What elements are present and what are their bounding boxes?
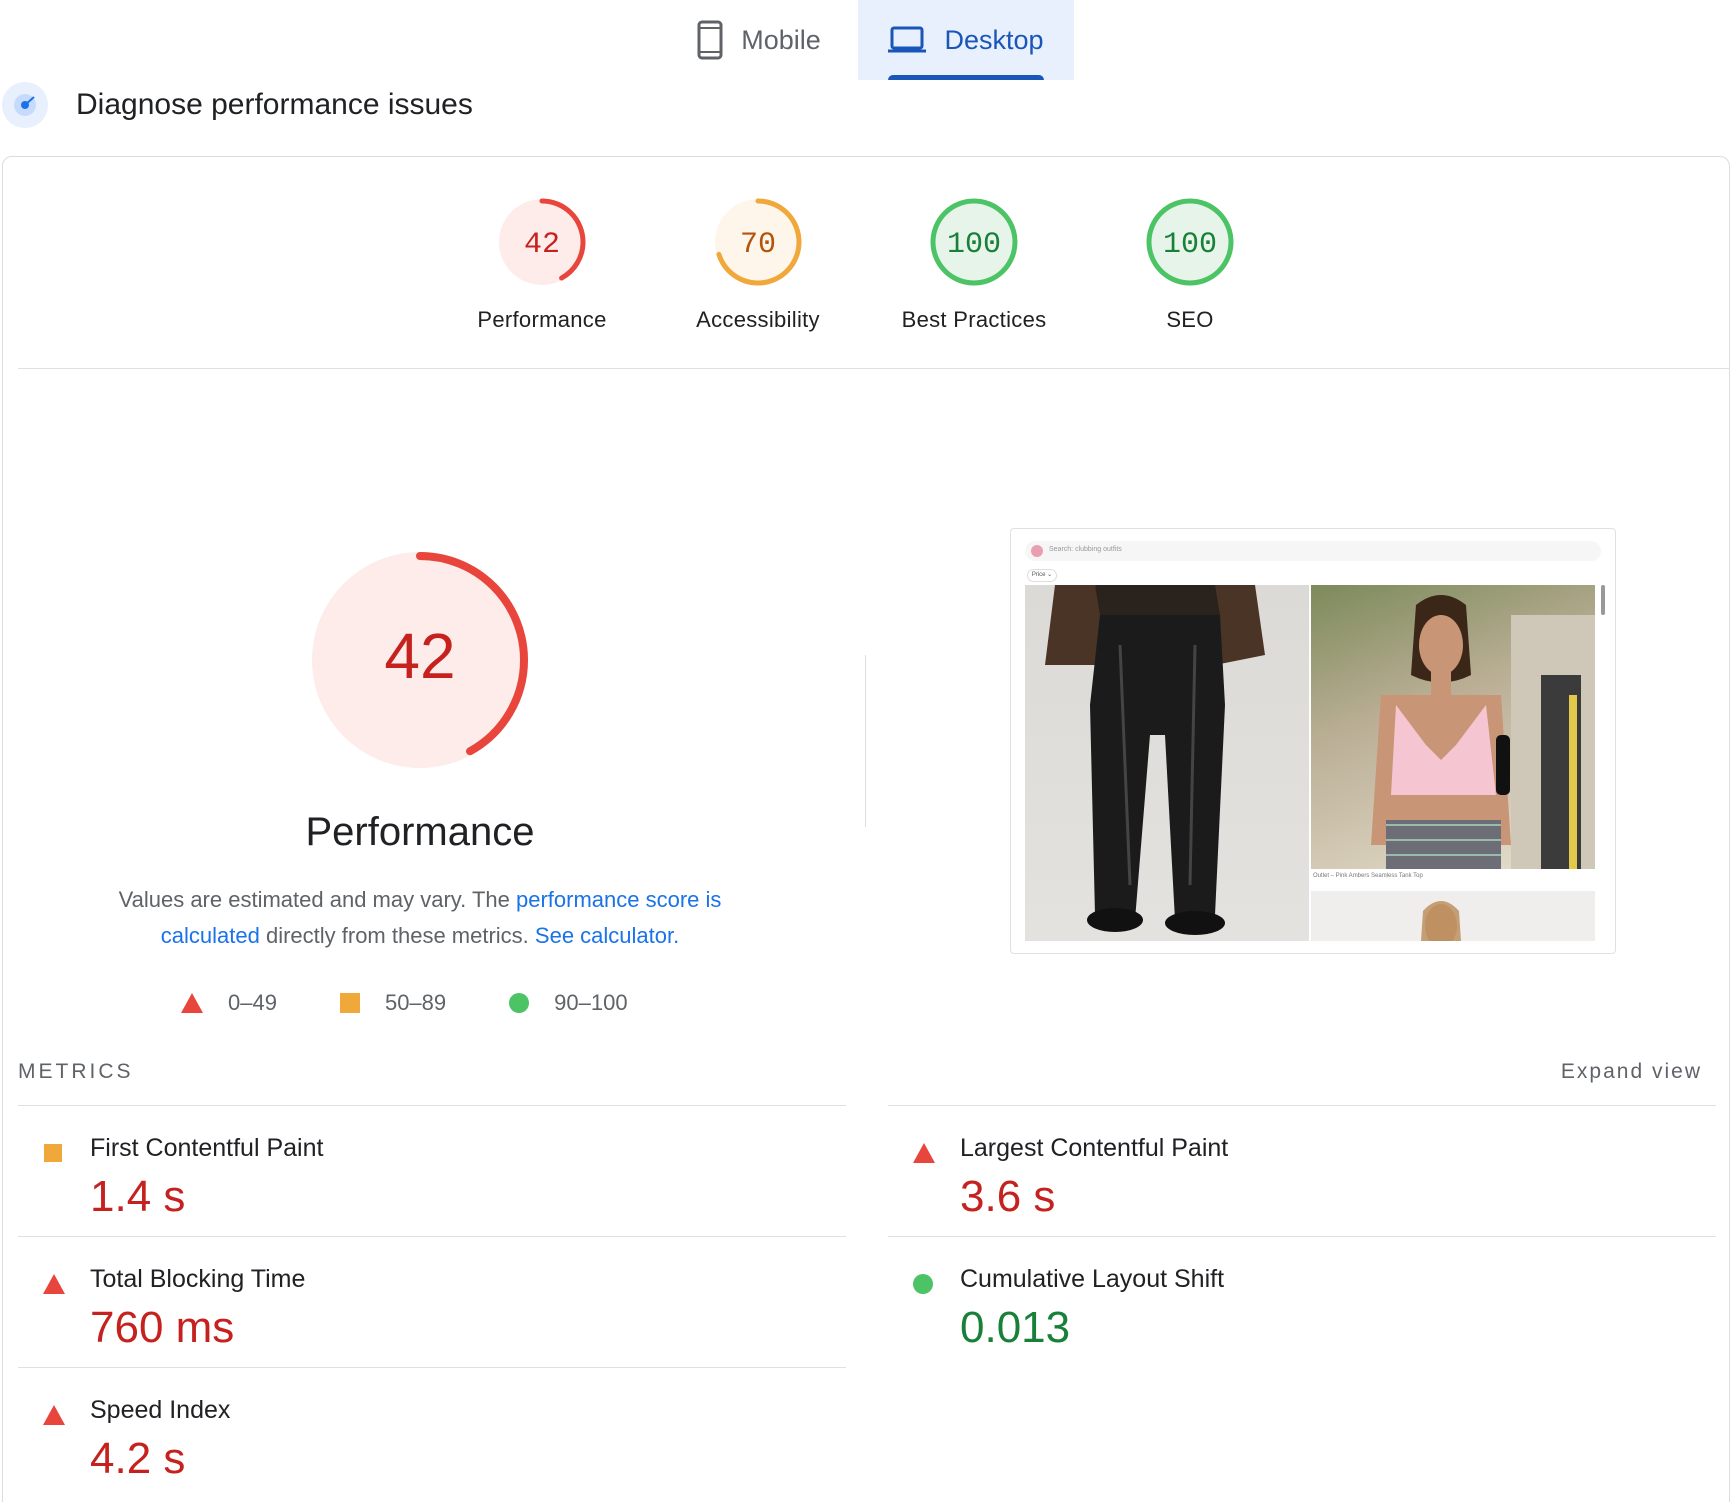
- square-icon: [339, 993, 360, 1013]
- score-legend: 0–49 50–89 90–100: [180, 990, 690, 1016]
- page-screenshot: Search: clubbing outfits Price ⌄ Outlet …: [1010, 528, 1616, 954]
- expand-view-button[interactable]: Expand view: [1561, 1060, 1702, 1084]
- legend-fail: 0–49: [180, 990, 277, 1016]
- gauge-score: 100: [1163, 228, 1217, 262]
- metric-name: Speed Index: [90, 1396, 231, 1424]
- gauge-label: Performance: [477, 307, 607, 332]
- square-icon: [44, 1144, 62, 1162]
- metric-speed-index: Speed Index 4.2 s: [18, 1367, 846, 1498]
- product-image-pink-top: [1311, 585, 1595, 869]
- score-gauges: 42 Performance 70 Accessibility 100 Best…: [0, 195, 1732, 345]
- metric-largest-contentful-paint: Largest Contentful Paint 3.6 s: [888, 1105, 1716, 1236]
- section-header: Diagnose performance issues: [0, 82, 473, 128]
- gauge-score: 100: [947, 228, 1001, 262]
- metric-value: 760 ms: [90, 1303, 235, 1352]
- tab-mobile[interactable]: Mobile: [660, 0, 858, 80]
- gauge-seo[interactable]: 100 SEO: [1082, 195, 1298, 333]
- product-image-third: [1311, 891, 1595, 941]
- main-gauge-score: 42: [384, 620, 455, 692]
- legend-range: 0–49: [228, 990, 277, 1015]
- gauge-performance[interactable]: 42 Performance: [434, 195, 650, 333]
- vertical-divider: [865, 655, 866, 827]
- thumb-logo-icon: [1031, 545, 1043, 557]
- gauge-label: Best Practices: [901, 307, 1047, 332]
- triangle-icon: [43, 1405, 65, 1425]
- tab-mobile-label: Mobile: [741, 24, 821, 55]
- metric-value: 4.2 s: [90, 1434, 186, 1483]
- tab-desktop-label: Desktop: [944, 24, 1044, 55]
- circle-icon: [913, 1274, 933, 1294]
- performance-title: Performance: [305, 810, 535, 854]
- divider: [18, 368, 1730, 369]
- thumb-filter-chip: Price ⌄: [1027, 569, 1057, 582]
- thumb-search-text: Search: clubbing outfits: [1049, 546, 1122, 553]
- gauge-accessibility[interactable]: 70 Accessibility: [650, 195, 866, 333]
- device-tabs: Mobile Desktop: [660, 0, 1074, 80]
- metric-value: 3.6 s: [960, 1172, 1056, 1221]
- legend-average: 50–89: [339, 990, 446, 1016]
- metric-cumulative-layout-shift: Cumulative Layout Shift 0.013: [888, 1236, 1716, 1367]
- performance-description: Values are estimated and may vary. The p…: [90, 882, 750, 954]
- gauge-ring: 70: [714, 198, 802, 286]
- legend-pass: 90–100: [508, 990, 628, 1016]
- legend-range: 90–100: [554, 990, 628, 1015]
- tab-desktop[interactable]: Desktop: [858, 0, 1074, 80]
- gauge-ring: 100: [930, 198, 1018, 286]
- thumb-scrollbar: [1601, 585, 1605, 615]
- metric-total-blocking-time: Total Blocking Time 760 ms: [18, 1236, 846, 1367]
- laptop-icon: [888, 26, 927, 54]
- circle-icon: [509, 993, 530, 1013]
- gauge-best-practices[interactable]: 100 Best Practices: [866, 195, 1082, 333]
- metrics-heading: METRICS: [18, 1060, 134, 1083]
- metric-name: Total Blocking Time: [90, 1265, 306, 1293]
- metric-name: First Contentful Paint: [90, 1134, 324, 1162]
- metric-value: 0.013: [960, 1303, 1071, 1352]
- description-text-middle: directly from these metrics.: [259, 923, 535, 948]
- metric-value: 1.4 s: [90, 1172, 186, 1221]
- see-calculator-link[interactable]: See calculator.: [535, 923, 679, 948]
- section-title: Diagnose performance issues: [76, 88, 473, 121]
- smartphone-icon: [697, 20, 723, 60]
- gauge-label: SEO: [1166, 307, 1214, 332]
- legend-range: 50–89: [384, 990, 447, 1015]
- gauge-score: 42: [524, 228, 560, 262]
- thumb-caption: Outlet – Pink Ambers Seamless Tank Top: [1313, 873, 1423, 879]
- performance-main-gauge: 42: [312, 552, 528, 768]
- triangle-icon: [913, 1143, 935, 1163]
- metric-name: Cumulative Layout Shift: [960, 1265, 1225, 1293]
- diagnose-icon: [2, 82, 48, 128]
- gauge-ring: 42: [498, 198, 586, 286]
- metric-name: Largest Contentful Paint: [960, 1134, 1229, 1162]
- triangle-icon: [43, 1274, 65, 1294]
- gauge-ring: 100: [1146, 198, 1234, 286]
- gauge-label: Accessibility: [696, 307, 820, 332]
- gauge-score: 70: [740, 228, 776, 262]
- description-text: Values are estimated and may vary. The: [118, 887, 516, 912]
- metric-first-contentful-paint: First Contentful Paint 1.4 s: [18, 1105, 846, 1236]
- triangle-icon: [181, 993, 203, 1013]
- thumb-search-bar: Search: clubbing outfits: [1025, 541, 1601, 561]
- product-image-pants: [1025, 585, 1309, 941]
